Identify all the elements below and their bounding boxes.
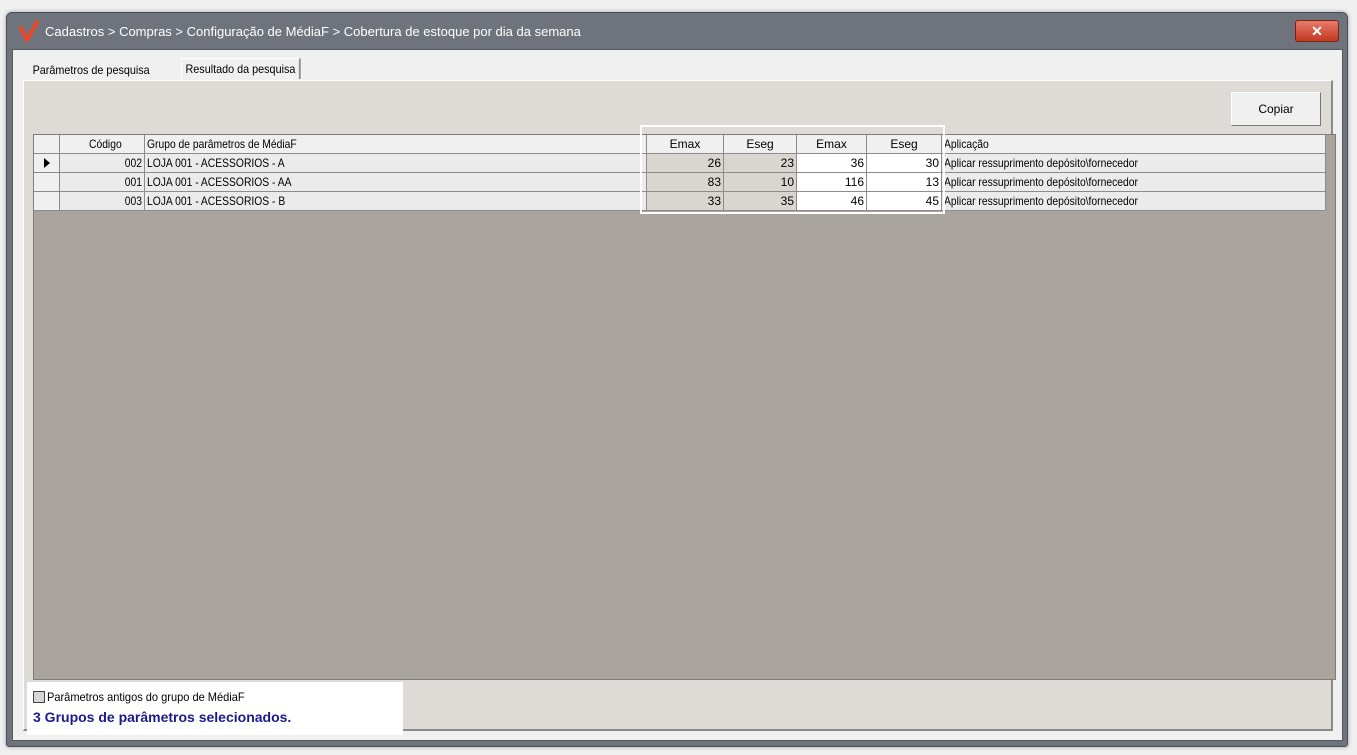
cell-application[interactable]: Aplicar ressuprimento depósito\fornecedo… (942, 154, 1326, 173)
cell-code[interactable]: 003 (60, 192, 145, 211)
table-row[interactable]: 002 LOJA 001 - ACESSORIOS - A 26 23 36 3… (34, 154, 1326, 173)
grid-header: Código Grupo de parâmetros de MédiaF Ema… (34, 135, 1326, 154)
cell-eseg-2[interactable]: 45 (867, 192, 942, 211)
header-emax-1[interactable]: Emax (647, 135, 724, 154)
header-eseg-2[interactable]: Eseg (867, 135, 942, 154)
close-button[interactable]: ✕ (1295, 20, 1339, 42)
cell-group[interactable]: LOJA 001 - ACESSORIOS - B (145, 192, 647, 211)
header-group[interactable]: Grupo de parâmetros de MédiaF (145, 135, 647, 154)
cell-emax-1[interactable]: 83 (647, 173, 724, 192)
cell-emax-1[interactable]: 26 (647, 154, 724, 173)
cell-group[interactable]: LOJA 001 - ACESSORIOS - A (145, 154, 647, 173)
cell-eseg-1[interactable]: 35 (724, 192, 797, 211)
cell-application[interactable]: Aplicar ressuprimento depósito\fornecedo… (942, 173, 1326, 192)
main-window: Cadastros > Compras > Configuração de Mé… (6, 12, 1348, 747)
cell-emax-2[interactable]: 46 (797, 192, 867, 211)
header-eseg-1[interactable]: Eseg (724, 135, 797, 154)
header-application[interactable]: Aplicação (942, 135, 1326, 154)
cell-emax-1[interactable]: 33 (647, 192, 724, 211)
close-icon: ✕ (1311, 22, 1323, 39)
table-row[interactable]: 001 LOJA 001 - ACESSORIOS - AA 83 10 116… (34, 173, 1326, 192)
cell-eseg-2[interactable]: 13 (867, 173, 942, 192)
results-grid[interactable]: Código Grupo de parâmetros de MédiaF Ema… (33, 134, 1336, 680)
selection-status: 3 Grupos de parâmetros selecionados. (33, 709, 292, 725)
header-emax-2[interactable]: Emax (797, 135, 867, 154)
old-parameters-label[interactable]: Parâmetros antigos do grupo de MédiaF (47, 690, 245, 704)
header-indicator (34, 135, 60, 154)
cell-eseg-1[interactable]: 10 (724, 173, 797, 192)
old-parameters-checkbox-row[interactable]: Parâmetros antigos do grupo de MédiaF (33, 690, 262, 704)
cell-eseg-2[interactable]: 30 (867, 154, 942, 173)
row-arrow-icon (43, 158, 50, 168)
check-logo-icon (15, 17, 43, 45)
cell-emax-2[interactable]: 116 (797, 173, 867, 192)
cell-emax-2[interactable]: 36 (797, 154, 867, 173)
cell-eseg-1[interactable]: 23 (724, 154, 797, 173)
window-title: Cadastros > Compras > Configuração de Mé… (45, 23, 581, 39)
title-bar: Cadastros > Compras > Configuração de Mé… (7, 13, 1347, 49)
client-area: Parâmetros de pesquisa Resultado da pesq… (12, 49, 1343, 741)
copy-button[interactable]: Copiar (1231, 92, 1321, 126)
tab-search-results[interactable]: Resultado da pesquisa (181, 58, 301, 79)
table-row[interactable]: 003 LOJA 001 - ACESSORIOS - B 33 35 46 4… (34, 192, 1326, 211)
cell-group[interactable]: LOJA 001 - ACESSORIOS - AA (145, 173, 647, 192)
old-parameters-checkbox[interactable] (33, 691, 45, 703)
row-selected-indicator (34, 154, 60, 173)
cell-application[interactable]: Aplicar ressuprimento depósito\fornecedo… (942, 192, 1326, 211)
row-indicator (34, 192, 60, 211)
cell-code[interactable]: 002 (60, 154, 145, 173)
header-code[interactable]: Código (60, 135, 145, 154)
cell-code[interactable]: 001 (60, 173, 145, 192)
tab-search-parameters[interactable]: Parâmetros de pesquisa (29, 60, 153, 79)
footer-panel: Parâmetros antigos do grupo de MédiaF 3 … (27, 682, 403, 735)
row-indicator (34, 173, 60, 192)
